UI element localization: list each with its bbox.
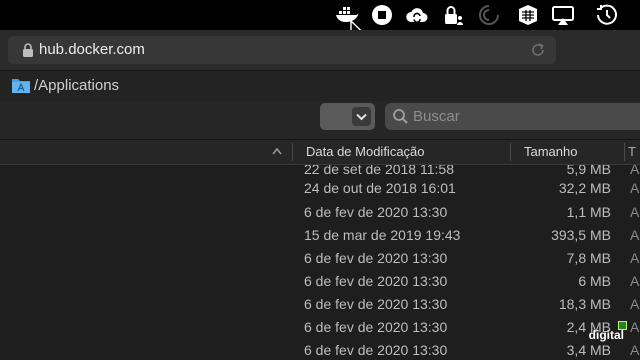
file-kind: A: [630, 342, 640, 358]
file-size: 32,2 MB: [558, 180, 611, 196]
file-size: 5,9 MB: [566, 165, 611, 177]
lock-user-icon[interactable]: [441, 3, 465, 27]
watermark-text: digital: [588, 328, 624, 342]
file-row[interactable]: 24 de out de 2018 16:01 32,2 MB A: [0, 177, 640, 200]
file-list: 22 de set de 2018 11:58 5,9 MB A 24 de o…: [0, 165, 640, 360]
file-modified-date: 6 de fev de 2020 13:30: [304, 273, 448, 289]
file-modified-date: 6 de fev de 2020 13:30: [304, 342, 448, 358]
reload-icon[interactable]: [530, 42, 546, 58]
file-kind: A: [630, 227, 640, 243]
file-modified-date: 6 de fev de 2020 13:30: [304, 204, 448, 220]
browser-toolbar: hub.docker.com: [0, 30, 640, 71]
file-size: 7,8 MB: [566, 250, 611, 266]
airplay-icon[interactable]: [551, 3, 575, 27]
folder-path: /Applications: [34, 77, 120, 94]
grid-globe-icon[interactable]: [516, 3, 540, 27]
file-size: 3,4 MB: [566, 342, 611, 358]
lock-icon: [23, 43, 33, 57]
file-kind: A: [630, 204, 640, 220]
cloud-sync-icon[interactable]: [405, 3, 429, 27]
file-modified-date: 15 de mar de 2019 19:43: [304, 227, 461, 243]
file-row[interactable]: 6 de fev de 2020 13:30 7,8 MB A: [0, 247, 640, 270]
address-bar[interactable]: hub.docker.com: [8, 36, 556, 64]
column-header-size[interactable]: Tamanho: [524, 144, 577, 159]
menu-bar: [0, 0, 640, 30]
search-icon: [393, 109, 408, 124]
file-row[interactable]: 6 de fev de 2020 13:30 2,4 MB A: [0, 316, 640, 339]
file-size: 18,3 MB: [558, 296, 611, 312]
finder-title-bar: /Applications: [0, 71, 640, 101]
file-kind: A: [630, 296, 640, 312]
view-options-dropdown[interactable]: [320, 103, 375, 130]
file-kind: A: [630, 165, 640, 177]
file-modified-date: 6 de fev de 2020 13:30: [304, 250, 448, 266]
url-text: hub.docker.com: [39, 41, 145, 58]
column-header-date[interactable]: Data de Modificação: [306, 144, 425, 159]
column-divider[interactable]: [292, 143, 293, 161]
file-size: 6 MB: [578, 273, 611, 289]
file-row[interactable]: 6 de fev de 2020 13:30 3,4 MB A: [0, 339, 640, 360]
file-row[interactable]: 6 de fev de 2020 13:30 1,1 MB A: [0, 201, 640, 224]
file-size: 393,5 MB: [551, 227, 611, 243]
column-header-kind[interactable]: T: [628, 144, 636, 159]
file-kind: A: [630, 273, 640, 289]
search-input[interactable]: Buscar: [385, 103, 640, 130]
stop-icon[interactable]: [370, 3, 394, 27]
finder-toolbar: Buscar: [0, 101, 640, 140]
file-row[interactable]: 15 de mar de 2019 19:43 393,5 MB A: [0, 224, 640, 247]
file-modified-date: 22 de set de 2018 11:58: [304, 165, 454, 177]
applications-folder-icon: [12, 79, 30, 93]
file-row[interactable]: 6 de fev de 2020 13:30 6 MB A: [0, 270, 640, 293]
time-machine-icon[interactable]: [595, 3, 619, 27]
file-size: 1,1 MB: [566, 204, 611, 220]
file-kind: A: [630, 180, 640, 196]
sort-ascending-icon[interactable]: [271, 146, 283, 156]
file-row[interactable]: 6 de fev de 2020 13:30 18,3 MB A: [0, 293, 640, 316]
file-kind: A: [630, 319, 640, 335]
column-divider[interactable]: [624, 143, 625, 161]
search-placeholder: Buscar: [413, 108, 460, 125]
file-kind: A: [630, 250, 640, 266]
sound-waves-icon[interactable]: [477, 3, 501, 27]
file-modified-date: 6 de fev de 2020 13:30: [304, 319, 448, 335]
chevron-down-icon: [352, 107, 371, 126]
column-divider[interactable]: [510, 143, 511, 161]
file-modified-date: 6 de fev de 2020 13:30: [304, 296, 448, 312]
column-header: Data de Modificação Tamanho T: [0, 140, 640, 165]
file-modified-date: 24 de out de 2018 16:01: [304, 180, 456, 196]
